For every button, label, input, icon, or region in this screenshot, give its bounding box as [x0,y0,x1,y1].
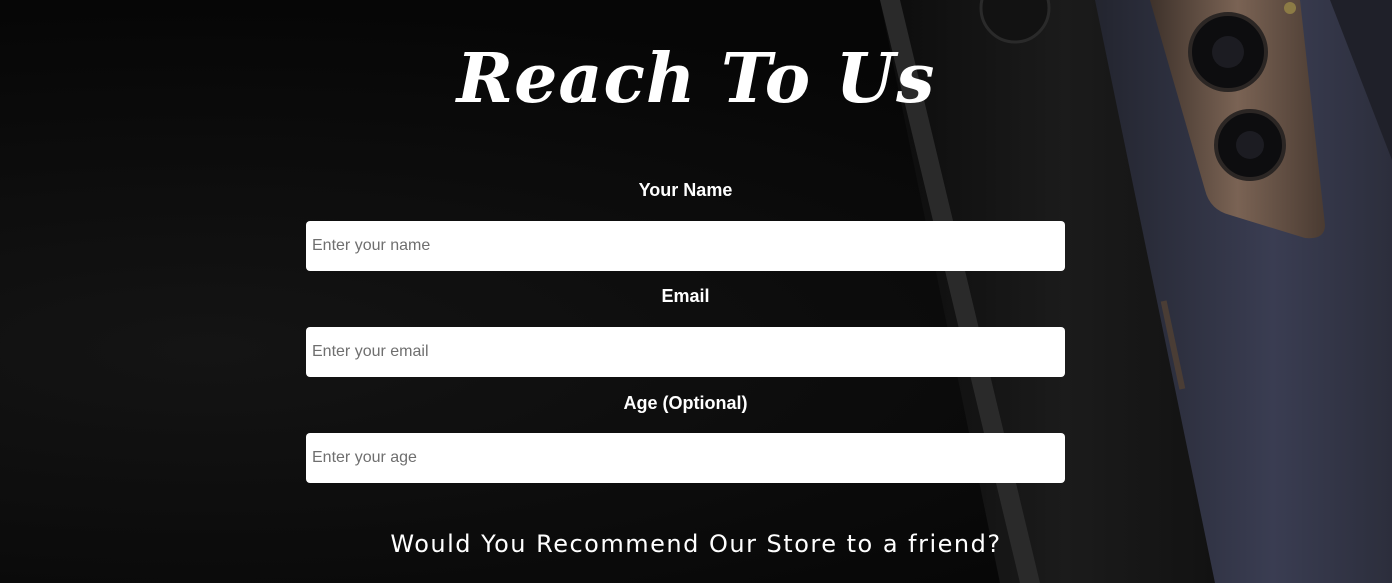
age-input[interactable] [306,433,1065,483]
email-input[interactable] [306,327,1065,377]
age-label: Age (Optional) [623,393,748,413]
recommend-question: Would You Recommend Our Store to a frien… [390,530,1002,558]
email-label: Email [661,286,710,306]
page-title: Reach To Us [456,39,936,119]
name-input[interactable] [306,221,1065,271]
name-label: Your Name [638,180,733,200]
contact-form-section: Reach To Us Your Name Email Age (Optiona… [0,0,1392,583]
